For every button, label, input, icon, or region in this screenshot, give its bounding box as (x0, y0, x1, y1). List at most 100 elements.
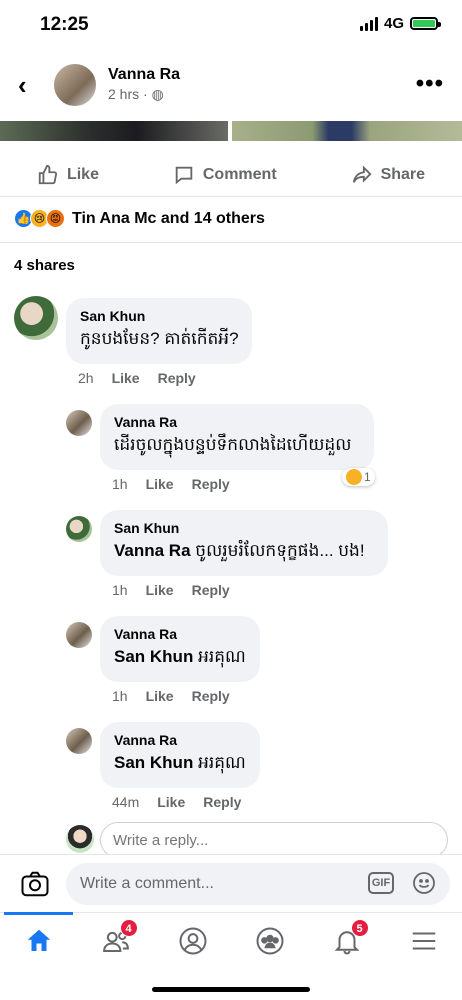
comment-composer: Write a comment... GIF (0, 854, 462, 912)
profile-icon (179, 927, 206, 954)
comment-reaction-count: 1 (364, 470, 371, 484)
comment-text: ចូលរួមរំលែកទុក្ខផង... បង! (195, 541, 365, 560)
post-photos[interactable] (0, 121, 462, 141)
comment-time: 2h (78, 370, 94, 386)
comment-reply-button[interactable]: Reply (192, 688, 230, 704)
comment-text: ដើរចូលក្នុងបន្ទប់ទឹកលាងដៃហើយដួល (114, 435, 352, 454)
tab-groups[interactable] (231, 913, 308, 968)
share-arrow-icon (352, 164, 372, 183)
comment-text: អរគុណ (198, 647, 246, 666)
comment-reply-button[interactable]: Reply (192, 476, 230, 492)
sad-reaction-icon (346, 469, 362, 485)
author-avatar[interactable] (52, 62, 98, 108)
reply-input[interactable] (100, 822, 448, 858)
hamburger-menu-icon (412, 932, 435, 949)
comment-like-button[interactable]: Like (157, 794, 185, 810)
commenter-avatar[interactable] (14, 296, 58, 340)
post-meta: 2 hrs · ◍ (108, 86, 164, 102)
post-photo[interactable] (232, 121, 462, 141)
status-time: 12:25 (40, 14, 89, 35)
network-label: 4G (383, 15, 404, 32)
tab-friends[interactable]: 4 (77, 913, 154, 968)
comment-text: កូនបងមែន? គាត់កើតអី? (80, 329, 239, 348)
reaction-text[interactable]: Tin Ana Mc and 14 others (72, 210, 265, 228)
reply-composer (66, 822, 450, 858)
status-bar: 12:25 4G (0, 0, 462, 48)
comment-meta: 1h Like Reply (112, 688, 230, 704)
comment-author[interactable]: San Khun (80, 308, 238, 324)
author-name[interactable]: Vanna Ra (108, 66, 180, 84)
comment-time: 1h (112, 688, 128, 704)
comment-meta: 44m Like Reply (112, 794, 241, 810)
like-label: Like (66, 165, 99, 183)
comment-input[interactable]: Write a comment... GIF (66, 863, 450, 905)
comment-like-button[interactable]: Like (146, 688, 174, 704)
comment-like-button[interactable]: Like (146, 582, 174, 598)
tab-menu[interactable] (385, 913, 462, 968)
post-time: 2 hrs (108, 86, 140, 102)
comment-author[interactable]: San Khun (114, 520, 374, 536)
comment-bubble[interactable]: Vanna Ra San Khun អរគុណ (100, 616, 260, 682)
comment-mention[interactable]: San Khun (114, 647, 193, 666)
comment-author[interactable]: Vanna Ra (114, 626, 246, 642)
comment-bubble[interactable]: San Khun កូនបងមែន? គាត់កើតអី? (66, 298, 252, 364)
comment-mention[interactable]: San Khun (114, 753, 193, 772)
comment-text: អរគុណ (198, 753, 246, 772)
notifications-badge: 5 (350, 919, 369, 937)
share-button[interactable]: Share (351, 164, 425, 186)
divider (0, 242, 462, 243)
home-indicator (152, 987, 310, 992)
comment-meta: 1h Like Reply (112, 582, 230, 598)
comment-meta: 1h Like Reply (112, 476, 230, 492)
angry-reaction-icon: 😡 (46, 209, 65, 228)
status-indicators: 4G (359, 15, 441, 32)
camera-icon[interactable] (20, 869, 50, 899)
comment-bubble-icon (175, 166, 193, 184)
like-button[interactable]: Like (37, 164, 99, 186)
back-icon[interactable]: ‹ (18, 72, 27, 98)
reaction-summary[interactable]: 👍 😢 😡 Tin Ana Mc and 14 others (14, 209, 265, 228)
tab-notifications[interactable]: 5 (308, 913, 385, 968)
comment-label: Comment (202, 165, 277, 183)
comment-time: 1h (112, 582, 128, 598)
tab-home[interactable] (0, 912, 77, 968)
comment-author[interactable]: Vanna Ra (114, 732, 246, 748)
comment-time: 1h (112, 476, 128, 492)
comment-placeholder: Write a comment... (80, 875, 214, 892)
comment-like-button[interactable]: Like (112, 370, 140, 386)
comment-reply-button[interactable]: Reply (158, 370, 196, 386)
comment-reaction[interactable]: 1 (342, 468, 375, 486)
comment-meta: 2h Like Reply (78, 370, 196, 386)
globe-icon: ◍ (151, 86, 164, 102)
comment-time: 44m (112, 794, 140, 810)
thumbs-up-icon (38, 164, 57, 184)
comment-bubble[interactable]: Vanna Ra San Khun អរគុណ (100, 722, 260, 788)
signal-icon (359, 16, 378, 31)
commenter-avatar[interactable] (66, 516, 92, 542)
battery-icon (410, 17, 441, 30)
tab-profile[interactable] (154, 913, 231, 968)
comment-bubble[interactable]: Vanna Ra ដើរចូលក្នុងបន្ទប់ទឹកលាងដៃហើយដួល (100, 404, 374, 470)
comment-reply-button[interactable]: Reply (192, 582, 230, 598)
comment-button[interactable]: Comment (173, 164, 277, 186)
current-user-avatar (66, 825, 94, 853)
share-count[interactable]: 4 shares (14, 257, 75, 274)
emoji-icon[interactable] (412, 871, 436, 895)
comment-reply-button[interactable]: Reply (203, 794, 241, 810)
post-header: ‹ Vanna Ra 2 hrs · ◍ ••• (0, 58, 462, 114)
post-photo[interactable] (0, 121, 228, 141)
groups-icon (256, 927, 283, 954)
commenter-avatar[interactable] (66, 410, 92, 436)
post-action-bar: Like Comment Share (0, 153, 462, 197)
share-label: Share (380, 165, 426, 183)
gif-icon[interactable]: GIF (368, 872, 394, 894)
friends-badge: 4 (119, 919, 138, 937)
comment-bubble[interactable]: San Khun Vanna Ra ចូលរួមរំលែកទុក្ខផង... … (100, 510, 388, 576)
comment-mention[interactable]: Vanna Ra (114, 541, 191, 560)
bottom-tab-bar: 4 5 (0, 912, 462, 968)
commenter-avatar[interactable] (66, 622, 92, 648)
comment-author[interactable]: Vanna Ra (114, 414, 360, 430)
commenter-avatar[interactable] (66, 728, 92, 754)
more-options-icon[interactable]: ••• (416, 70, 444, 98)
comment-like-button[interactable]: Like (146, 476, 174, 492)
